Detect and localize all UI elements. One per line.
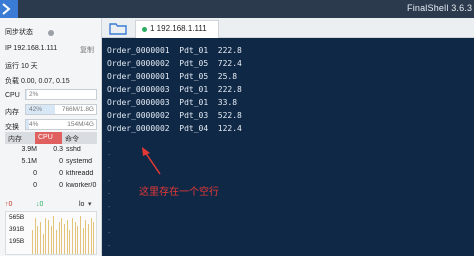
network-traffic-chart: 565B 391B 195B [5,211,97,255]
traffic-bar [34,218,36,254]
copy-ip-button[interactable]: 复制 [80,45,94,55]
traffic-bar [82,228,84,254]
process-memory: 5.1M [21,158,37,165]
traffic-bar [53,216,55,254]
traffic-bar [40,222,41,254]
session-tab[interactable]: 1 192.168.1.111 [135,20,219,38]
process-row[interactable]: 0 0 kthreadd [5,169,97,180]
traffic-bar [74,222,76,254]
swap-meter: 4% 154M/4G [25,119,97,130]
traffic-bar [93,222,95,254]
interface-dropdown-icon[interactable]: ▾ [88,200,92,208]
chart-y-label: 565B [9,214,25,221]
annotation-text: 这里存在一个空行 [139,187,219,198]
traffic-bar [58,222,60,254]
sidebar: 同步状态 IP 192.168.1.111 复制 运行 10 天 负载 0.00… [0,18,102,256]
process-cpu: 0 [59,158,63,165]
process-command: kworker/0: [66,182,97,189]
annotation-arrow-icon [142,147,161,175]
traffic-bar [32,230,33,254]
sort-by-cpu-tab[interactable]: CPU [35,132,62,144]
traffic-bar [37,226,39,254]
connected-status-icon [142,27,147,32]
network-summary: ↑0 ↓0 lo ▾ [5,200,97,211]
traffic-bar [56,230,57,254]
upload-value: 0 [8,201,13,208]
memory-value: 766M/1.8G [61,106,94,113]
traffic-bar [88,224,89,254]
process-command: kthreadd [66,170,94,177]
chart-y-label: 391B [9,226,25,233]
sync-status-label: 同步状态 [5,29,33,36]
swap-value: 154M/4G [67,121,94,128]
terminal-output[interactable]: Order_0000001 Pdt_01 222.8 Order_0000002… [102,38,474,256]
app-logo-icon [0,0,18,18]
session-tab-bar: 1 192.168.1.111 [102,18,474,38]
process-row[interactable]: 0 0 kworker/0: [5,181,97,192]
process-row[interactable]: 3.9M 0.3 sshd [5,145,97,156]
traffic-bar [61,218,63,254]
traffic-bar [90,218,92,254]
traffic-bar [48,220,49,254]
process-memory: 0 [33,170,37,177]
cpu-percent: 2% [29,91,39,98]
network-interface[interactable]: lo [79,201,84,208]
traffic-bar [77,226,79,254]
traffic-bar [50,226,52,254]
upload-rate: ↑0 [5,201,13,208]
sort-by-memory-tab[interactable]: 内存 [8,134,22,144]
swap-label: 交换 [5,124,19,131]
memory-meter: 42% 766M/1.8G [25,104,97,115]
load-average-text: 负载 0.00, 0.07, 0.15 [5,78,70,85]
traffic-bar [42,234,44,254]
memory-label: 内存 [5,109,19,116]
cpu-meter-fill [26,90,28,99]
cpu-label: CPU [5,92,20,99]
traffic-bar [64,224,65,254]
download-rate: ↓0 [36,201,44,208]
download-value: 0 [39,201,44,208]
process-command: sshd [66,146,81,153]
traffic-bar [72,218,73,254]
traffic-bar [80,216,81,254]
chart-y-label: 195B [9,238,25,245]
sync-status-indicator-icon [48,30,54,36]
traffic-bar [69,230,71,254]
process-command: systemd [66,158,93,165]
process-cpu: 0 [59,170,63,177]
session-tab-label: 1 192.168.1.111 [150,24,207,33]
sort-by-command-tab[interactable]: 命令 [65,134,79,144]
traffic-bar [85,220,87,254]
ip-address: IP 192.168.1.111 [5,45,58,52]
swap-percent: 4% [29,121,39,128]
process-memory: 3.9M [21,146,37,153]
process-cpu: 0 [59,182,63,189]
process-table-header: 内存 CPU 命令 [5,132,97,144]
uptime-text: 运行 10 天 [5,63,38,70]
traffic-bars [32,214,96,254]
process-row[interactable]: 5.1M 0 systemd [5,157,97,168]
app-title: FinalShell 3.6.3 [407,3,473,13]
folder-icon[interactable] [108,20,128,36]
memory-percent: 42% [29,106,43,113]
traffic-bar [66,220,68,254]
cpu-meter: 2% [25,89,97,100]
process-memory: 0 [33,182,37,189]
traffic-bar [45,218,47,254]
process-cpu: 0.3 [53,146,63,153]
title-bar: FinalShell 3.6.3 [0,0,474,18]
